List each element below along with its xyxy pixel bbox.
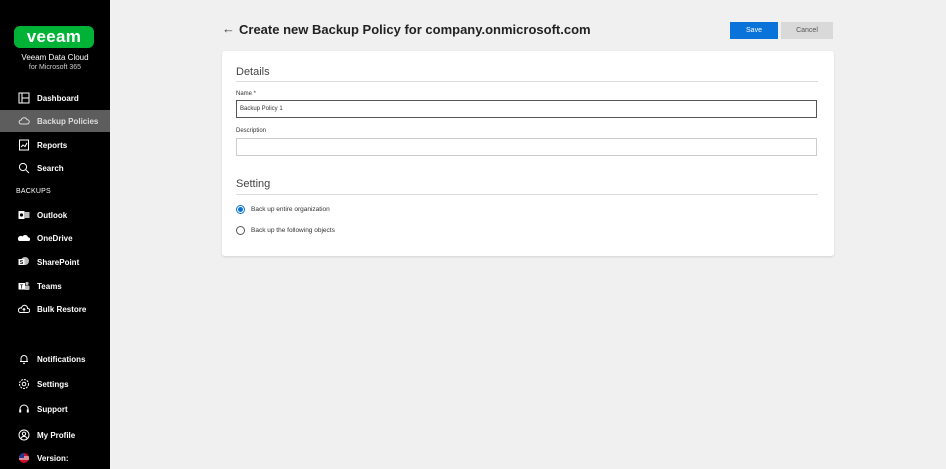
page-title: Create new Backup Policy for company.onm… [239,22,591,37]
cancel-button[interactable]: Cancel [781,22,833,39]
profile-icon [18,429,30,441]
sidebar-item-backup-policies[interactable]: Backup Policies [0,110,110,132]
sidebar-item-label: Outlook [37,210,68,220]
setting-section-title: Setting [236,178,271,190]
sidebar-item-teams[interactable]: T Teams [0,275,110,297]
page-header: ← Create new Backup Policy for company.o… [222,18,834,42]
radio-selected[interactable] [236,205,245,214]
sidebar-item-label: OneDrive [37,233,73,243]
option-entire-organization[interactable]: Back up entire organization [236,205,330,214]
outlook-icon [18,209,30,221]
sidebar-item-dashboard[interactable]: Dashboard [0,87,110,109]
sidebar-item-label: Bulk Restore [37,304,87,314]
option-label: Back up entire organization [251,206,330,213]
name-field[interactable]: Backup Policy 1 [236,100,817,118]
sidebar-item-onedrive[interactable]: OneDrive [0,227,110,249]
product-name: Veeam Data Cloud for Microsoft 365 [0,53,110,73]
sidebar-item-outlook[interactable]: Outlook [0,204,110,226]
sidebar-item-bulk-restore[interactable]: Bulk Restore [0,298,110,320]
details-section-title: Details [236,66,270,78]
teams-icon: T [18,280,30,292]
sidebar-item-label: Backup Policies [37,116,99,126]
sharepoint-icon: S [18,256,30,268]
option-label: Back up the following objects [251,227,335,234]
bell-icon [18,353,30,365]
policy-form-card: Details Name * Backup Policy 1 Descripti… [222,51,834,256]
option-following-objects[interactable]: Back up the following objects [236,226,335,235]
sidebar-item-sharepoint[interactable]: S SharePoint [0,251,110,273]
sidebar-item-version: Version: [0,447,110,469]
reports-icon [18,139,30,151]
onedrive-icon [18,232,30,244]
dashboard-icon [18,92,30,104]
setting-divider [236,194,818,195]
sidebar-item-support[interactable]: Support [0,398,110,420]
radio-unselected[interactable] [236,226,245,235]
product-name-line1: Veeam Data Cloud [21,53,89,62]
restore-icon [18,303,30,315]
sidebar-item-reports[interactable]: Reports [0,134,110,156]
details-divider [236,81,818,82]
sidebar-item-notifications[interactable]: Notifications [0,348,110,370]
save-button[interactable]: Save [730,22,778,39]
sidebar-item-label: Search [37,163,64,173]
veeam-logo[interactable]: veeam [14,26,94,48]
sidebar-item-my-profile[interactable]: My Profile [0,424,110,446]
product-name-line2: for Microsoft 365 [28,64,82,71]
sidebar-item-settings[interactable]: Settings [0,373,110,395]
sidebar-item-label: Dashboard [37,93,79,103]
sidebar-item-label: Support [37,404,68,414]
gear-icon [18,378,30,390]
name-field-label: Name * [236,91,257,97]
description-field-label: Description [236,128,267,134]
sidebar-item-label: Reports [37,140,68,150]
back-arrow-icon[interactable]: ← [222,21,235,36]
sidebar-item-label: Notifications [37,354,86,364]
sidebar-item-search[interactable]: Search [0,157,110,179]
cloud-icon [18,115,30,127]
backups-section-label: BACKUPS [16,188,51,195]
support-icon [18,403,30,415]
sidebar-item-label: Version: [37,453,69,463]
flag-icon [18,452,30,464]
sidebar-item-label: Teams [37,281,62,291]
sidebar-item-label: Settings [37,379,69,389]
svg-text:T: T [20,284,23,290]
description-field[interactable] [236,138,817,156]
search-icon [18,162,30,174]
sidebar-item-label: SharePoint [37,257,80,267]
sidebar: veeam Veeam Data Cloud for Microsoft 365… [0,0,110,469]
sidebar-item-label: My Profile [37,430,76,440]
